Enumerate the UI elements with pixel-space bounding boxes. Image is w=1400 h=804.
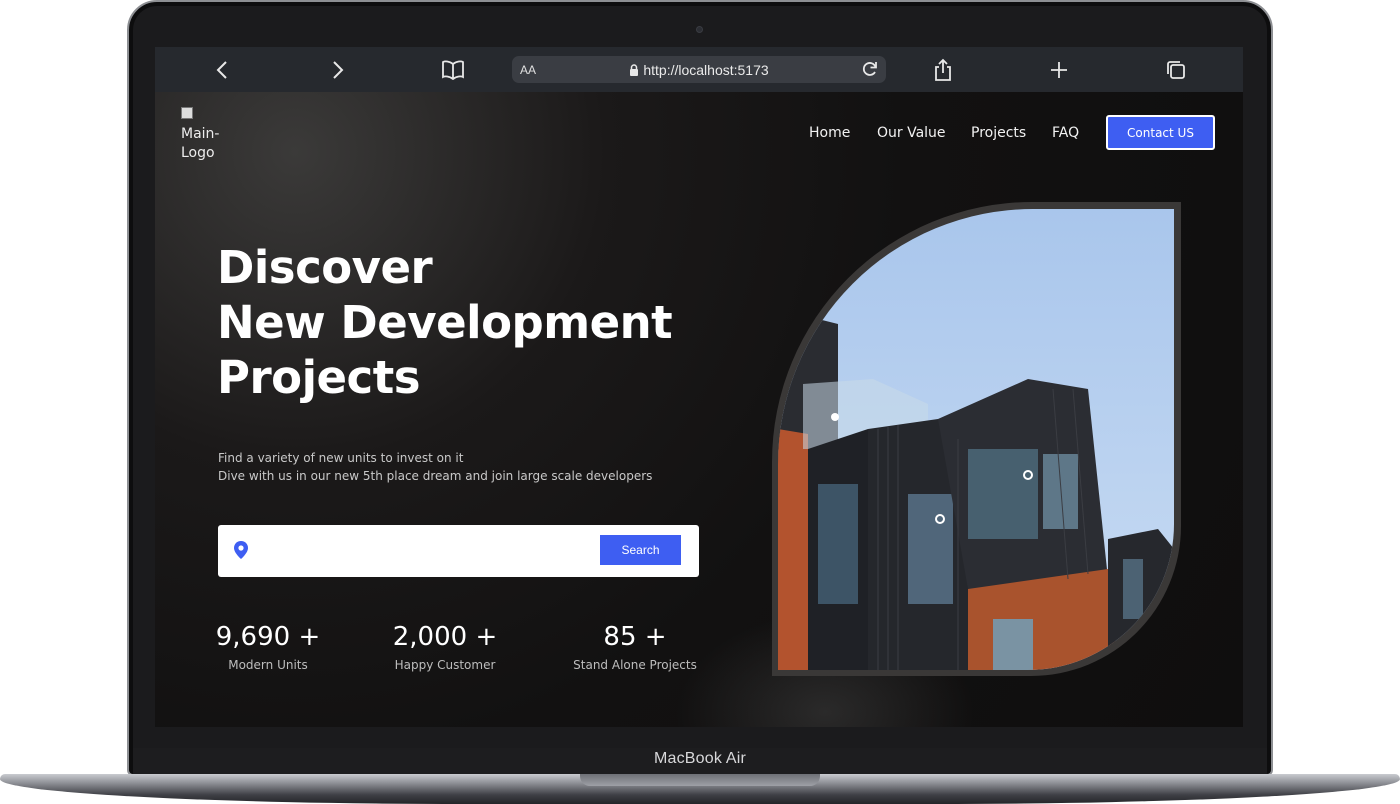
- stat-modern-units: 9,690 + Modern Units: [188, 622, 348, 672]
- device-model-label: MacBook Air: [653, 750, 746, 767]
- nav-faq[interactable]: FAQ: [1052, 125, 1079, 141]
- broken-image-icon: [181, 107, 193, 119]
- laptop-hinge-notch: [580, 774, 820, 786]
- nav-our-value[interactable]: Our Value: [877, 125, 946, 141]
- stat-label: Modern Units: [228, 658, 308, 672]
- building-illustration: [778, 209, 1174, 670]
- stat-value: 2,000 +: [392, 622, 498, 652]
- contact-us-button[interactable]: Contact US: [1106, 115, 1215, 150]
- hero-title-line-1: Discover: [217, 241, 433, 294]
- share-icon: [935, 58, 951, 81]
- landing-page: Main-Logo Home Our Value Projects FAQ Co…: [155, 92, 1243, 727]
- forward-button[interactable]: [325, 57, 351, 83]
- bookmarks-button[interactable]: [440, 57, 466, 83]
- plus-icon: [1051, 62, 1067, 78]
- stat-value: 85 +: [603, 622, 667, 652]
- tabs-overview-button[interactable]: [1163, 57, 1189, 83]
- screen: AA http://localhost:5173 Main-Logo Home …: [155, 47, 1243, 727]
- location-search-bar: Search: [218, 525, 699, 577]
- hero-subtitle-line-1: Find a variety of new units to invest on…: [218, 451, 464, 465]
- camera-icon: [696, 26, 703, 33]
- hero-title-line-3: Projects: [217, 351, 421, 404]
- lock-icon: [630, 64, 639, 76]
- chevron-right-icon: [333, 61, 344, 79]
- hero-building-image: [778, 209, 1174, 670]
- address-bar[interactable]: AA http://localhost:5173: [512, 56, 886, 83]
- search-button[interactable]: Search: [600, 535, 681, 565]
- nav-home[interactable]: Home: [809, 125, 850, 141]
- chevron-left-icon: [216, 61, 227, 79]
- url-display[interactable]: http://localhost:5173: [512, 62, 886, 78]
- location-search-input[interactable]: [258, 535, 588, 567]
- hero-title-line-2: New Development: [217, 296, 673, 349]
- tabs-icon: [1167, 61, 1185, 79]
- browser-toolbar: AA http://localhost:5173: [155, 47, 1243, 92]
- site-logo[interactable]: Main-Logo: [181, 106, 241, 163]
- stat-label: Happy Customer: [394, 658, 496, 672]
- stat-stand-alone-projects: 85 + Stand Alone Projects: [555, 622, 715, 672]
- new-tab-button[interactable]: [1046, 57, 1072, 83]
- stat-happy-customer: 2,000 + Happy Customer: [365, 622, 525, 672]
- book-icon: [442, 60, 464, 80]
- stat-label: Stand Alone Projects: [573, 658, 697, 672]
- nav-projects[interactable]: Projects: [971, 125, 1026, 141]
- stat-value: 9,690 +: [215, 622, 321, 652]
- logo-alt-text: Main-Logo: [181, 126, 220, 161]
- hero-subtitle: Find a variety of new units to invest on…: [218, 449, 652, 485]
- hero-subtitle-line-2: Dive with us in our new 5th place dream …: [218, 469, 653, 483]
- back-button[interactable]: [209, 57, 235, 83]
- hero-title: Discover New Development Projects: [217, 240, 737, 405]
- url-text: http://localhost:5173: [643, 62, 769, 78]
- reload-icon[interactable]: [860, 59, 880, 79]
- location-pin-icon: [234, 541, 248, 559]
- share-button[interactable]: [930, 57, 956, 83]
